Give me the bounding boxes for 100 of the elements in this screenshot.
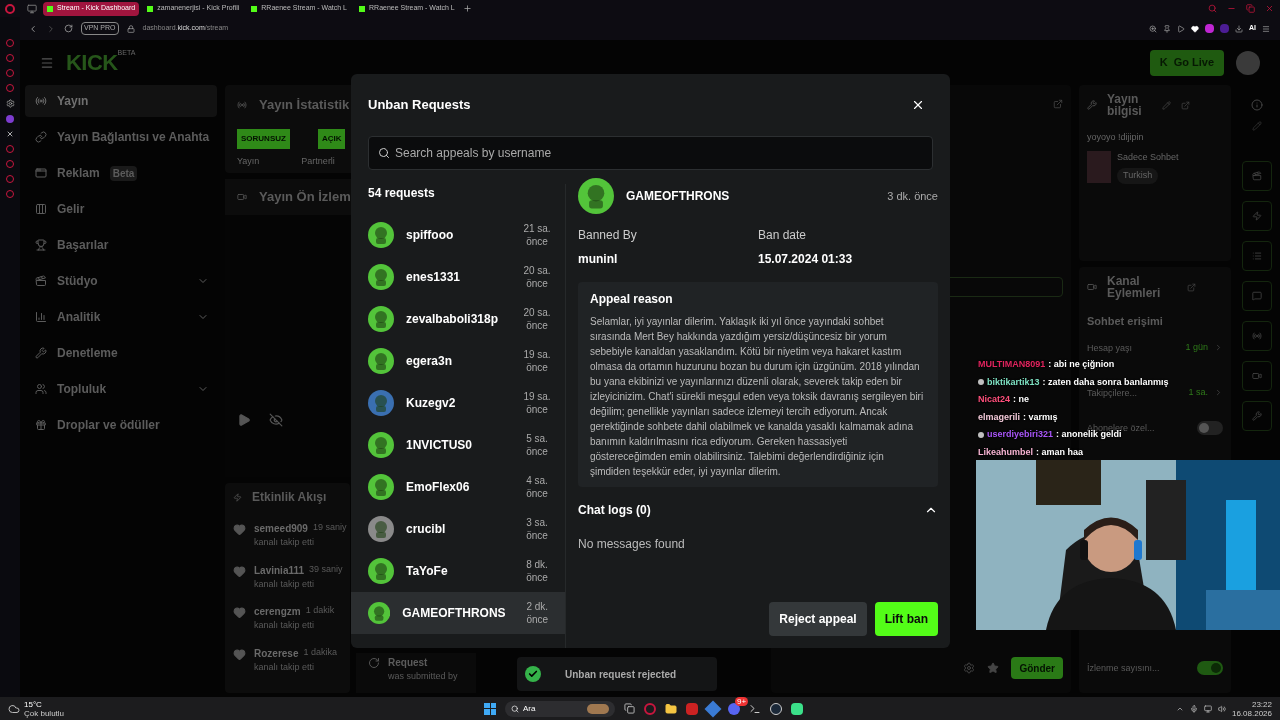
mic-icon[interactable] [1189, 704, 1198, 713]
reject-appeal-button[interactable]: Reject appeal [769, 602, 867, 636]
zoom-icon[interactable] [1149, 24, 1157, 33]
request-item[interactable]: egera3n 19 sa. önce [351, 340, 565, 382]
request-username: enes1331 [406, 269, 462, 286]
temperature[interactable]: 15°C [24, 699, 65, 709]
popout-icon[interactable] [1181, 100, 1190, 110]
play-icon[interactable] [1177, 24, 1185, 33]
panel-toggle-button[interactable] [1242, 201, 1272, 231]
restore-icon[interactable] [1246, 4, 1255, 13]
empty-message: No messages found [578, 536, 686, 553]
app-icon[interactable] [791, 702, 804, 715]
task-view-icon[interactable] [624, 703, 636, 714]
popout-icon[interactable] [1187, 282, 1196, 292]
taskbar-search[interactable]: Ara [505, 700, 616, 717]
tab-sidebar-icon[interactable] [27, 3, 37, 14]
search-field[interactable]: Search appeals by username [368, 136, 933, 170]
chart-icon [35, 311, 47, 323]
volume-icon[interactable] [1217, 704, 1226, 713]
settings-icon[interactable] [963, 662, 976, 674]
panel-toggle-button[interactable] [1242, 281, 1272, 311]
weather-text[interactable]: Çok bulutlu [24, 708, 65, 718]
request-item[interactable]: crucibl 3 sa. önce [351, 508, 565, 550]
toggle-switch[interactable] [1197, 660, 1223, 675]
request-item[interactable]: 1NVICTUS0 5 sa. önce [351, 424, 565, 466]
request-title: Request [388, 656, 429, 670]
sidebar-app-icon[interactable] [6, 115, 14, 123]
panel-toggle-button[interactable] [1242, 161, 1272, 191]
forward-icon[interactable] [46, 23, 56, 34]
play-icon[interactable] [237, 413, 251, 427]
follower-name[interactable]: cerengzm [254, 604, 301, 619]
panel-toggle-button[interactable] [1242, 321, 1272, 351]
chat-username: elmagerili [978, 410, 1021, 424]
follower-name[interactable]: Rozerese [254, 645, 299, 661]
opera-taskbar-icon[interactable] [644, 702, 657, 715]
request-username: TaYoFe [406, 563, 449, 580]
profile-avatar[interactable] [1236, 50, 1260, 75]
back-icon[interactable] [28, 23, 38, 34]
emote-icon[interactable] [987, 662, 1000, 674]
reason-title: Appeal reason [590, 291, 674, 308]
download-icon[interactable] [1235, 24, 1243, 33]
request-item[interactable]: EmoFlex06 4 sa. önce [351, 466, 565, 508]
heart-icon[interactable] [1191, 24, 1199, 33]
clock-date[interactable]: 16.08.2026 [1231, 708, 1272, 718]
new-tab-icon[interactable] [462, 4, 472, 13]
chat-logs-toggle[interactable]: Chat logs (0) [578, 501, 938, 519]
close-icon[interactable] [911, 98, 925, 112]
tab-favicon-icon [251, 5, 258, 12]
network-icon[interactable] [1203, 704, 1212, 713]
request-item[interactable]: zevalbaboli318p 20 sa. önce [351, 298, 565, 340]
browser-logo-icon[interactable] [5, 3, 15, 14]
reload-icon[interactable] [64, 24, 73, 33]
request-item[interactable]: spiffooo 21 sa. önce [351, 214, 565, 256]
toggle-switch[interactable] [1197, 420, 1223, 435]
request-item[interactable]: TaYoFe 8 dk. önce [351, 550, 565, 592]
x-logo-icon[interactable] [6, 130, 14, 138]
info-icon[interactable] [1251, 99, 1263, 111]
app-icon[interactable] [770, 702, 783, 715]
follow-time: 1 dakik [305, 604, 335, 617]
request-username: 1NVICTUS0 [406, 437, 474, 454]
chevron-icon[interactable] [1214, 343, 1223, 352]
video-icon [1252, 371, 1262, 381]
start-icon[interactable] [484, 702, 497, 715]
follow-action: kanalı takip etti [254, 660, 316, 674]
menu-icon[interactable] [40, 55, 54, 70]
setting-value[interactable]: 1 gün [1185, 340, 1208, 355]
folder-icon[interactable] [665, 702, 678, 715]
send-button[interactable]: Gönder [1011, 657, 1063, 679]
menu-icon[interactable] [1262, 24, 1270, 33]
hidden-icon[interactable] [269, 413, 283, 427]
panel-toggle-button[interactable] [1242, 401, 1272, 431]
appeal-reason-text: Selamlar, iyi yayınlar dilerim. Yaklaşık iki yıl önce yayındaki sohbet sırasında Mert Bey hakkında yazdığım yersiz/düşüncesiz bir yorum sebebiyle kanaldan yasaklandım. Kötü bir niyetim veya hakaret kastım olmasa da ortamın huzurunu bozan bu durum için üzgünüm. 2018 yılından bu yana ekibinizi ve yayınlarınızı düzenli olarak, severek takip eden bir izleyicinizim. Chat'i sürekli meşgul eden veya toksik davranış sergileyen biri değilim; genellikle yayınları sadece izlemeyi tercih ediyorum. Ancak gerektiğinde sohbete dahil olabilmek ve kanalda yasaklı kalmamak adına banımın kaldırılmasını rica ediyorum. Gereken hassasiyeti göstereceğimden emin olabilirsiniz. Talebimi değerlendirdiğiniz için şimdiden teşekkür eder, iyi yayınlar dilerim. [590, 315, 925, 479]
chat-app-icon[interactable] [728, 702, 741, 715]
settings-icon[interactable] [5, 99, 15, 108]
broadcast-icon [237, 99, 247, 110]
panel-title: Kanal Eylemleri [1107, 275, 1162, 299]
popout-icon[interactable] [1053, 99, 1063, 109]
clock-time[interactable]: 23:22 [1251, 699, 1272, 709]
follower-name[interactable]: semeed909 [254, 521, 308, 536]
category-name[interactable]: Sadece Sohbet [1117, 150, 1179, 164]
terminal-icon[interactable] [749, 702, 762, 715]
search-icon[interactable] [1208, 4, 1217, 13]
film-icon [35, 275, 47, 287]
setting-label: Hesap yaşı [1087, 342, 1134, 353]
request-item[interactable]: enes1331 20 sa. önce [351, 256, 565, 298]
nav-item[interactable]: Yayın [25, 85, 217, 117]
chat-text: : aman haa [1036, 445, 1084, 459]
request-item[interactable]: GAMEOFTHRONS 2 dk. önce [351, 592, 565, 634]
request-item[interactable]: Kuzegv2 19 sa. önce [351, 382, 565, 424]
category-thumbnail [1087, 150, 1111, 183]
weather-icon[interactable] [8, 702, 20, 715]
panel-toggle-button[interactable] [1242, 361, 1272, 391]
chat-text: : anonelik geldi [1056, 429, 1122, 441]
setting-value[interactable]: 1 sa. [1188, 385, 1208, 400]
lift-ban-button[interactable]: Lift ban [874, 602, 938, 636]
follower-name[interactable]: Lavinia111 [254, 562, 305, 578]
chat-text: : abi ne çiğnion [1048, 358, 1115, 371]
pin-icon[interactable] [1163, 24, 1171, 33]
panel-toggle-button[interactable] [1242, 241, 1272, 271]
chevron-icon[interactable] [1214, 388, 1223, 397]
